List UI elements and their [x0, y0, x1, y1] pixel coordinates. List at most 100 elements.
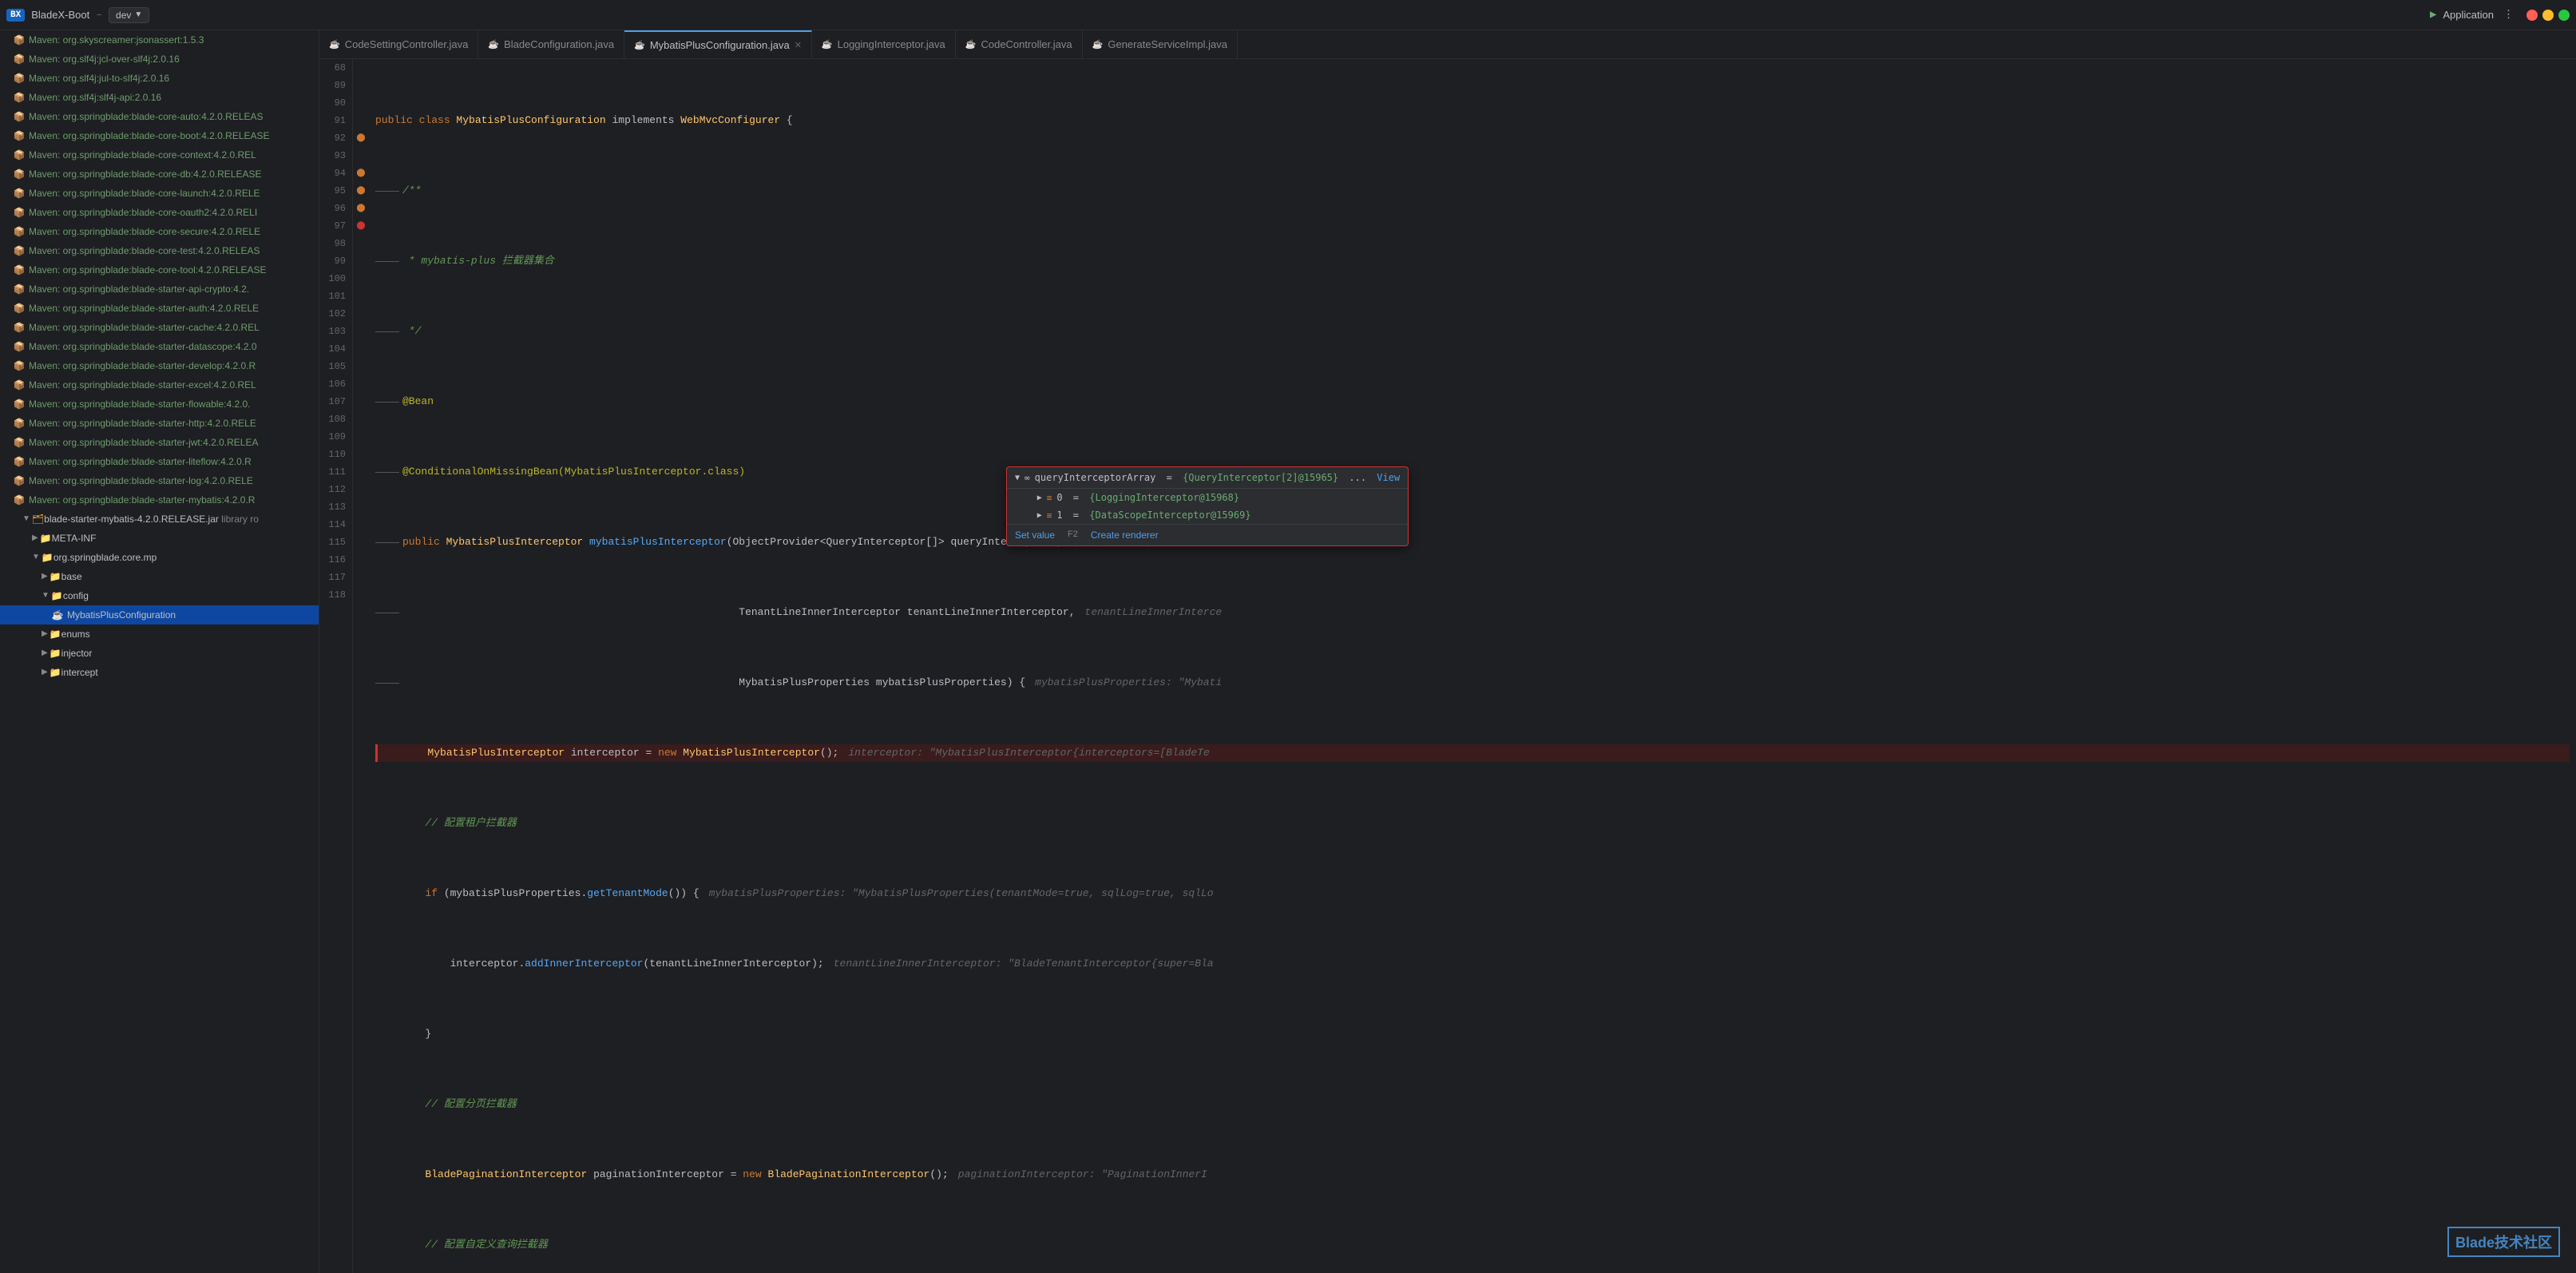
list-item[interactable]: ▶ 📁 base [0, 567, 319, 586]
gutter-row [353, 147, 369, 165]
list-item[interactable]: 📦 Maven: org.springblade:blade-starter-e… [0, 375, 319, 395]
list-item[interactable]: 📦 Maven: org.springblade:blade-core-laun… [0, 184, 319, 203]
list-item[interactable]: 📦 Maven: org.slf4j:slf4j-api:2.0.16 [0, 88, 319, 107]
debug-var-name: queryInterceptorArray [1035, 472, 1156, 483]
list-item[interactable]: 📦 Maven: org.springblade:blade-starter-d… [0, 356, 319, 375]
maven-icon: 📦 [13, 396, 26, 412]
list-item[interactable]: 📦 Maven: org.springblade:blade-starter-a… [0, 299, 319, 318]
list-item[interactable]: ▶ 📁 intercept [0, 663, 319, 682]
line-num: 114 [323, 516, 346, 533]
list-item[interactable]: 📦 Maven: org.springblade:blade-starter-d… [0, 337, 319, 356]
line-separator [375, 683, 399, 684]
close-button[interactable] [2526, 10, 2538, 21]
list-item[interactable]: 📦 Maven: org.springblade:blade-starter-f… [0, 395, 319, 414]
debug-breakpoint-icon[interactable]: ⬤ [356, 186, 365, 196]
code-line-68: public class MybatisPlusConfiguration im… [375, 112, 2570, 129]
debug-expand-icon[interactable]: ▶ [1037, 494, 1042, 502]
list-item[interactable]: 📦 Maven: org.springblade:blade-core-cont… [0, 145, 319, 165]
debug-view-button[interactable]: View [1377, 472, 1400, 483]
gutter-row [353, 551, 369, 569]
list-item[interactable]: 📦 Maven: org.springblade:blade-starter-m… [0, 490, 319, 510]
list-item[interactable]: ▼ 📁 org.springblade.core.mp [0, 548, 319, 567]
gutter-row [353, 59, 369, 77]
list-item[interactable]: ▼ 📁 config [0, 586, 319, 605]
code-line-104: // 配置自定义查询拦截器 [375, 1236, 2570, 1254]
list-item[interactable]: 📦 Maven: org.springblade:blade-starter-j… [0, 433, 319, 452]
list-item[interactable]: ▶ 📁 META-INF [0, 529, 319, 548]
line-num: 89 [323, 77, 346, 94]
tab-label: BladeConfiguration.java [504, 38, 614, 50]
code-line-90: * mybatis-plus 拦截器集合 [375, 252, 2570, 270]
list-item[interactable]: 📦 Maven: org.springblade:blade-starter-c… [0, 318, 319, 337]
maven-icon: 📦 [13, 415, 26, 431]
list-item[interactable]: ▶ 📁 injector [0, 644, 319, 663]
gutter-row [353, 112, 369, 129]
gutter-row [353, 393, 369, 410]
gutter-row: ⬤ [353, 165, 369, 182]
gutter-row [353, 410, 369, 428]
more-icon[interactable]: ⋮ [2503, 9, 2514, 21]
list-item[interactable]: 📦 Maven: org.springblade:blade-starter-h… [0, 414, 319, 433]
sidebar[interactable]: 📦 Maven: org.skyscreamer:jsonassert:1.5.… [0, 30, 319, 1273]
minimize-button[interactable] [2542, 10, 2554, 21]
debug-popup-header: ▼ ∞ queryInterceptorArray = {QueryInterc… [1007, 467, 1408, 489]
line-num: 97 [323, 217, 346, 235]
tab-codecontroller[interactable]: ☕ CodeController.java [956, 30, 1083, 58]
code-line-89: /** [375, 182, 2570, 200]
line-num: 93 [323, 147, 346, 165]
list-item[interactable]: 📦 Maven: org.springblade:blade-starter-l… [0, 452, 319, 471]
gutter-row [353, 305, 369, 323]
debug-popup-row-0[interactable]: ▶ ≡ 0 = {LoggingInterceptor@15968} [1007, 489, 1408, 506]
line-num: 95 [323, 182, 346, 200]
gutter-row [353, 498, 369, 516]
list-item[interactable]: ▶ 📁 enums [0, 625, 319, 644]
debug-breakpoint-icon[interactable]: ⬤ [356, 169, 365, 178]
debug-breakpoint-icon[interactable]: ⬤ [356, 133, 365, 143]
sidebar-item-mybatisplusconfiguration[interactable]: ☕ MybatisPlusConfiguration [0, 605, 319, 625]
list-item[interactable]: 📦 Maven: org.springblade:blade-core-test… [0, 241, 319, 260]
code-content[interactable]: public class MybatisPlusConfiguration im… [369, 59, 2576, 1273]
create-renderer-button[interactable]: Create renderer [1091, 529, 1159, 541]
list-item[interactable]: 📦 Maven: org.springblade:blade-core-db:4… [0, 165, 319, 184]
folder-icon: 📁 [50, 664, 61, 680]
maximize-button[interactable] [2558, 10, 2570, 21]
error-breakpoint-icon[interactable]: ⬤ [356, 221, 365, 231]
tab-close-icon[interactable]: ✕ [795, 40, 802, 50]
list-item[interactable]: 📦 Maven: org.slf4j:jcl-over-slf4j:2.0.16 [0, 50, 319, 69]
maven-icon: 📦 [13, 128, 26, 144]
list-item[interactable]: 📦 Maven: org.springblade:blade-core-oaut… [0, 203, 319, 222]
list-item[interactable]: 📦 Maven: org.springblade:blade-starter-a… [0, 280, 319, 299]
maven-icon: 📦 [13, 281, 26, 297]
list-item[interactable]: 📦 Maven: org.springblade:blade-core-tool… [0, 260, 319, 280]
debug-array-index: 0 [1056, 492, 1062, 503]
tab-codesettingcontroller[interactable]: ☕ CodeSettingController.java [319, 30, 478, 58]
branch-selector[interactable]: dev ▼ [109, 7, 149, 23]
list-item[interactable]: 📦 Maven: org.springblade:blade-core-secu… [0, 222, 319, 241]
run-icon[interactable]: ▶ [2430, 8, 2436, 22]
debug-popup-row-1[interactable]: ▶ ≡ 1 = {DataScopeInterceptor@15969} [1007, 506, 1408, 524]
tab-logginginterceptor[interactable]: ☕ LoggingInterceptor.java [812, 30, 956, 58]
set-value-key: F2 [1068, 529, 1078, 541]
list-item[interactable]: 📦 Maven: org.springblade:blade-core-boot… [0, 126, 319, 145]
list-item[interactable]: 📦 Maven: org.springblade:blade-starter-l… [0, 471, 319, 490]
tab-bladeconfiguration[interactable]: ☕ BladeConfiguration.java [478, 30, 624, 58]
debug-expand-icon[interactable]: ▼ [1015, 474, 1020, 482]
list-item[interactable]: 📦 Maven: org.skyscreamer:jsonassert:1.5.… [0, 30, 319, 50]
line-num: 94 [323, 165, 346, 182]
line-num: 116 [323, 551, 346, 569]
list-item[interactable]: 📦 Maven: org.springblade:blade-core-auto… [0, 107, 319, 126]
list-item[interactable]: ▼ 🗂 blade-starter-mybatis-4.2.0.RELEASE.… [0, 510, 319, 529]
line-separator [375, 261, 399, 262]
line-num: 111 [323, 463, 346, 481]
tab-generateserviceimpl[interactable]: ☕ GenerateServiceImpl.java [1083, 30, 1238, 58]
list-item[interactable]: 📦 Maven: org.slf4j:jul-to-slf4j:2.0.16 [0, 69, 319, 88]
code-editor[interactable]: 68 89 90 91 92 93 94 95 96 97 98 99 100 … [319, 59, 2576, 1273]
java-icon: ☕ [51, 607, 64, 623]
tab-mybatisplusconfiguration[interactable]: ☕ MybatisPlusConfiguration.java ✕ [624, 30, 812, 58]
folder-icon: 📁 [51, 588, 63, 604]
set-value-button[interactable]: Set value [1015, 529, 1055, 541]
debug-breakpoint-icon[interactable]: ⬤ [356, 204, 365, 213]
line-num: 102 [323, 305, 346, 323]
maven-icon: 📦 [13, 243, 26, 259]
debug-expand-icon[interactable]: ▶ [1037, 511, 1042, 520]
